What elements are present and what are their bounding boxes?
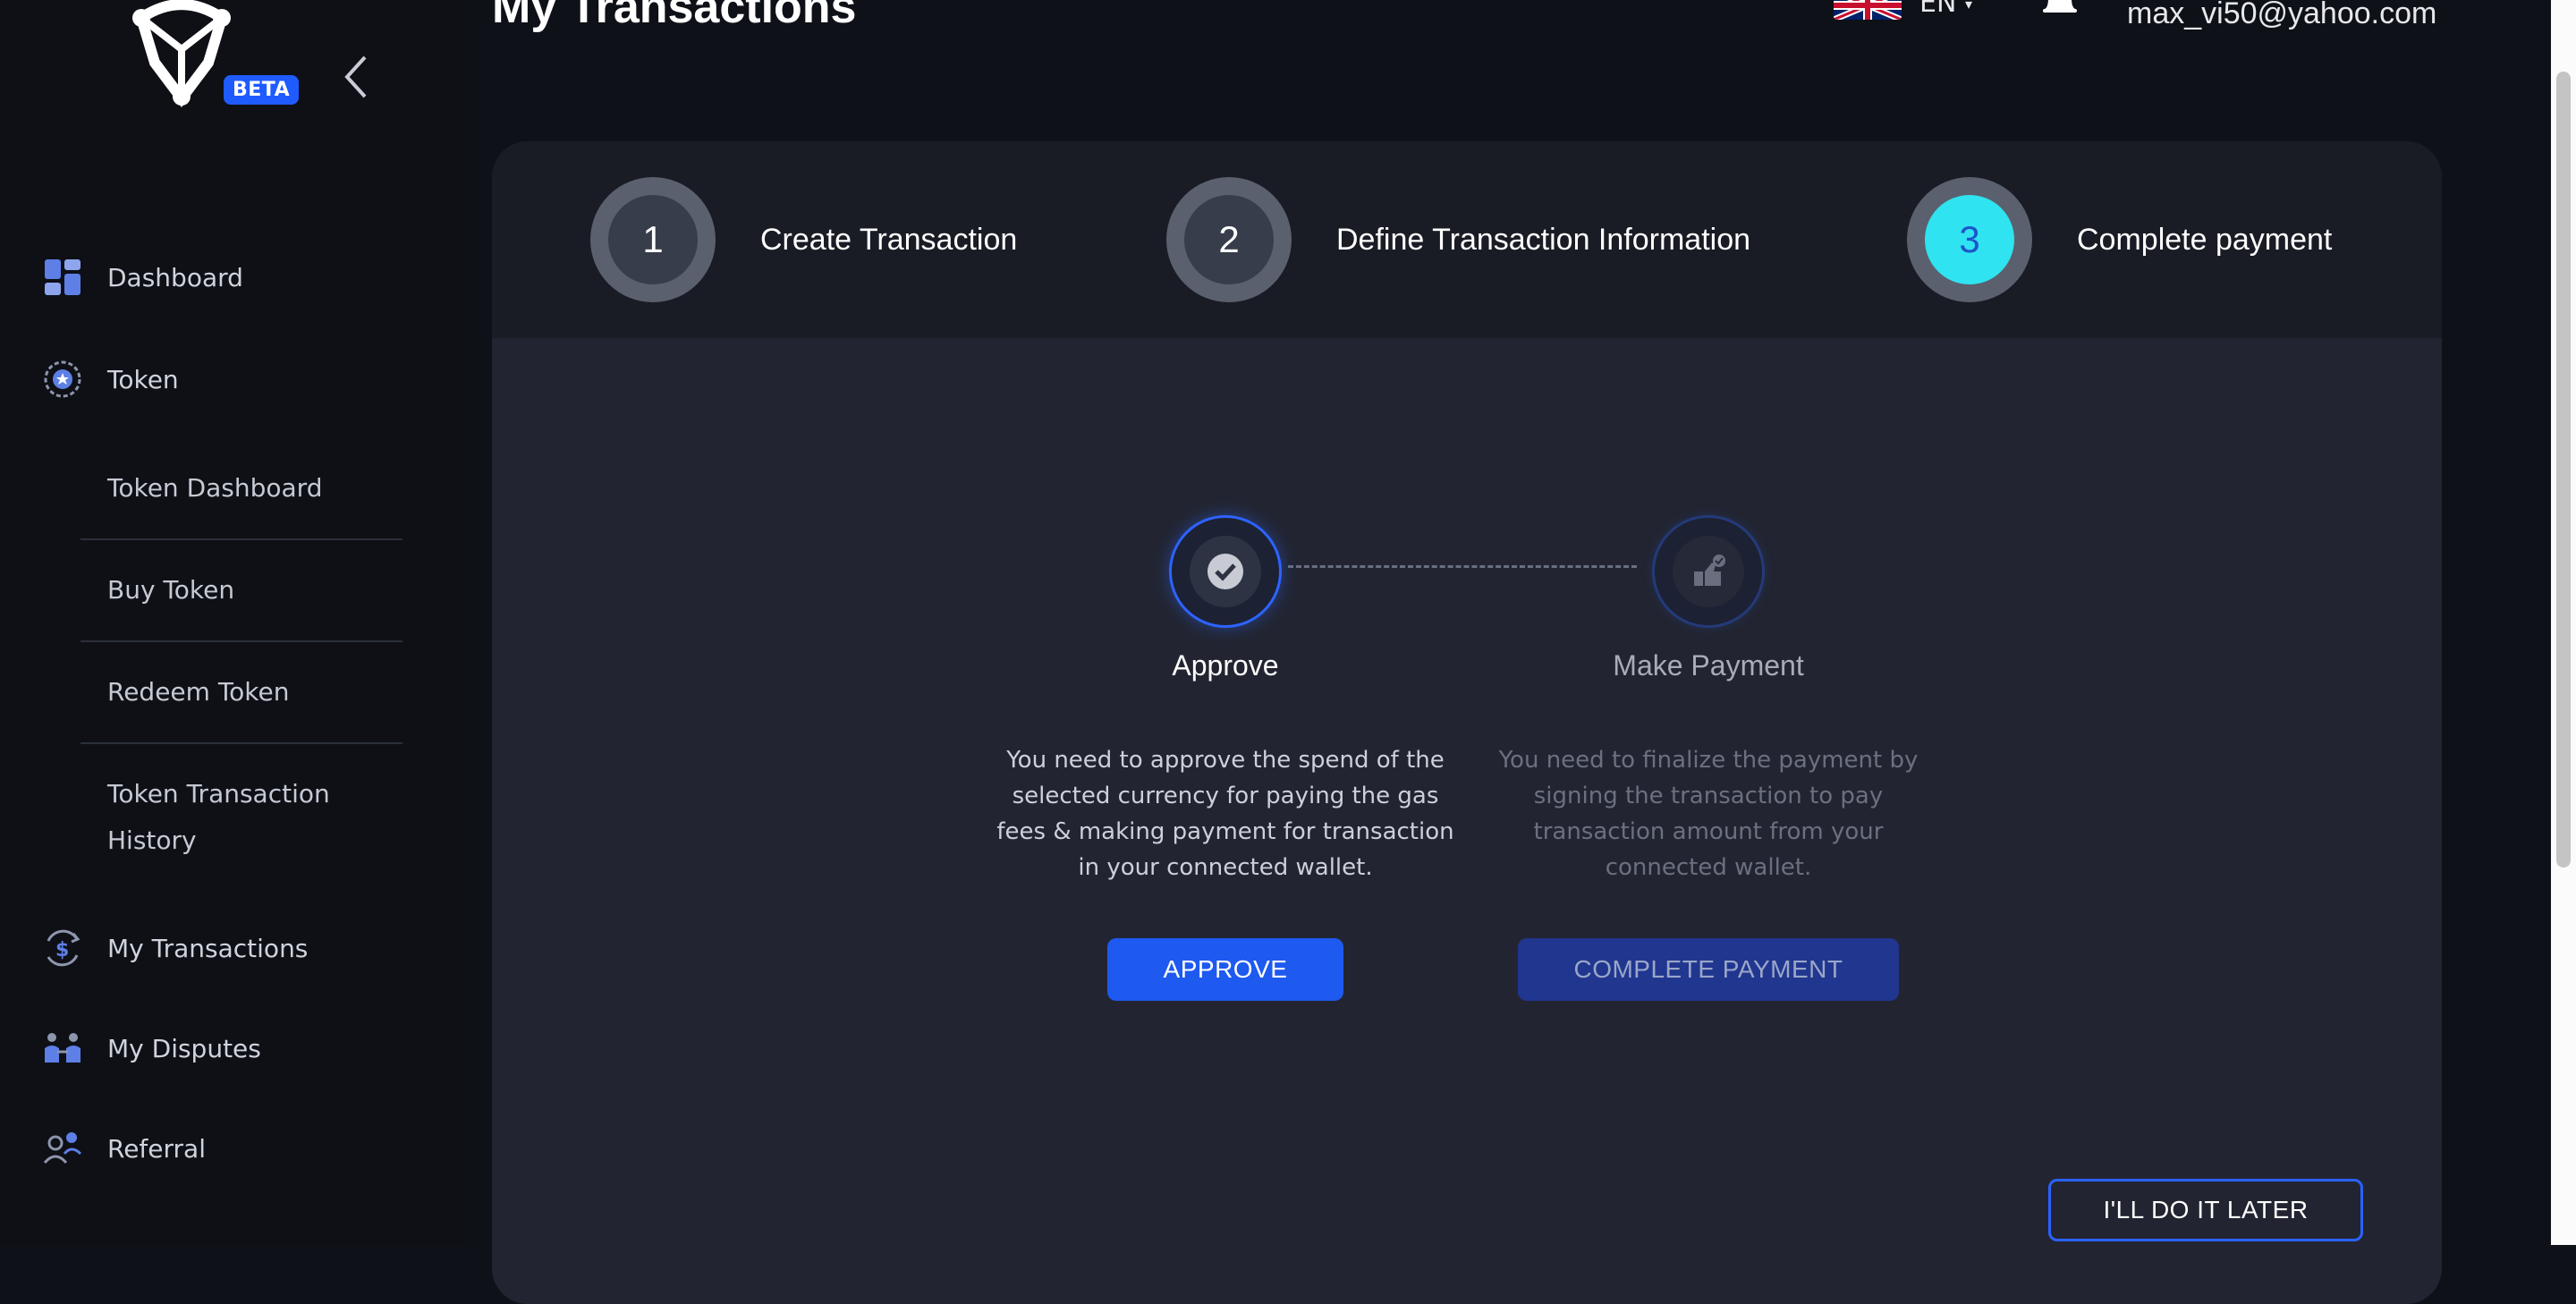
step-complete-payment: 3 Complete payment — [1907, 177, 2332, 302]
sidebar-item-label: Referral — [107, 1133, 206, 1164]
step-label: Complete payment — [2077, 222, 2333, 257]
approve-title: Approve — [1172, 649, 1279, 682]
beta-badge: BETA — [224, 75, 300, 105]
sidebar-item-referral[interactable]: Referral — [41, 1127, 206, 1170]
uk-flag-icon[interactable] — [1834, 0, 1902, 20]
step-label: Define Transaction Information — [1336, 222, 1751, 257]
step-create-transaction: 1 Create Transaction — [590, 177, 1017, 302]
user-email[interactable]: max_vi50@yahoo.com — [2127, 0, 2436, 31]
scrollbar-thumb[interactable] — [2556, 72, 2571, 868]
step-define-transaction-information: 2 Define Transaction Information — [1166, 177, 1750, 302]
language-label: EN — [1919, 0, 1957, 19]
approve-node — [1169, 515, 1282, 628]
step-circle: 2 — [1166, 177, 1292, 302]
collapse-sidebar-icon[interactable] — [338, 50, 374, 104]
chevron-down-icon: ▾ — [1964, 0, 1972, 13]
language-selector[interactable]: EN ▾ — [1919, 0, 1972, 19]
divider — [80, 742, 402, 744]
disputes-icon — [41, 1027, 84, 1070]
app-logo[interactable] — [123, 0, 240, 107]
sidebar-item-label: My Transactions — [107, 933, 309, 963]
transaction-card: 1 Create Transaction 2 Define Transactio… — [492, 141, 2442, 1304]
sidebar-subitem-buy-token[interactable]: Buy Token — [80, 567, 402, 614]
step-label: Create Transaction — [760, 222, 1018, 257]
sidebar-item-label: Token — [107, 364, 179, 394]
referral-icon — [41, 1127, 84, 1170]
page-title: My Transactions — [492, 0, 857, 33]
approve-button[interactable]: APPROVE — [1107, 938, 1343, 1001]
sidebar-subitem-token-transaction-history[interactable]: Token Transaction History — [80, 771, 376, 864]
approve-description: You need to approve the spend of the sel… — [996, 747, 1454, 881]
check-circle-icon — [1190, 536, 1261, 607]
sidebar-item-dashboard[interactable]: Dashboard — [41, 256, 243, 299]
sidebar-subitem-redeem-token[interactable]: Redeem Token — [80, 669, 402, 716]
step-number: 3 — [1925, 195, 2014, 284]
sidebar: BETA Dashboard Token Token Dashboard Buy… — [0, 0, 465, 1245]
make-payment-description: You need to finalize the payment by sign… — [1498, 747, 1919, 881]
sidebar-item-label: Dashboard — [107, 262, 243, 292]
make-payment-node — [1652, 515, 1765, 628]
step-number: 1 — [608, 195, 698, 284]
transactions-icon: $ — [41, 927, 84, 970]
step-circle: 3 — [1907, 177, 2032, 302]
make-payment-title: Make Payment — [1613, 649, 1804, 682]
dashboard-icon — [41, 256, 84, 299]
step-circle: 1 — [590, 177, 716, 302]
do-it-later-button[interactable]: I'LL DO IT LATER — [2048, 1179, 2363, 1241]
sidebar-item-label: My Disputes — [107, 1033, 261, 1063]
scrollbar[interactable] — [2551, 0, 2576, 1245]
bell-icon[interactable] — [2039, 0, 2080, 20]
sidebar-item-token[interactable]: Token — [41, 358, 179, 401]
token-icon — [41, 358, 84, 401]
stepper: 1 Create Transaction 2 Define Transactio… — [492, 141, 2442, 338]
payment-hand-icon — [1673, 536, 1744, 607]
svg-text:$: $ — [55, 939, 69, 961]
complete-payment-button[interactable]: COMPLETE PAYMENT — [1518, 938, 1899, 1001]
flow-connector — [1288, 565, 1637, 568]
sidebar-item-my-transactions[interactable]: $ My Transactions — [41, 927, 308, 970]
divider — [80, 538, 402, 540]
sidebar-item-my-disputes[interactable]: My Disputes — [41, 1027, 261, 1070]
step-number: 2 — [1184, 195, 1274, 284]
divider — [80, 640, 402, 642]
sidebar-subitem-token-dashboard[interactable]: Token Dashboard — [80, 465, 402, 512]
